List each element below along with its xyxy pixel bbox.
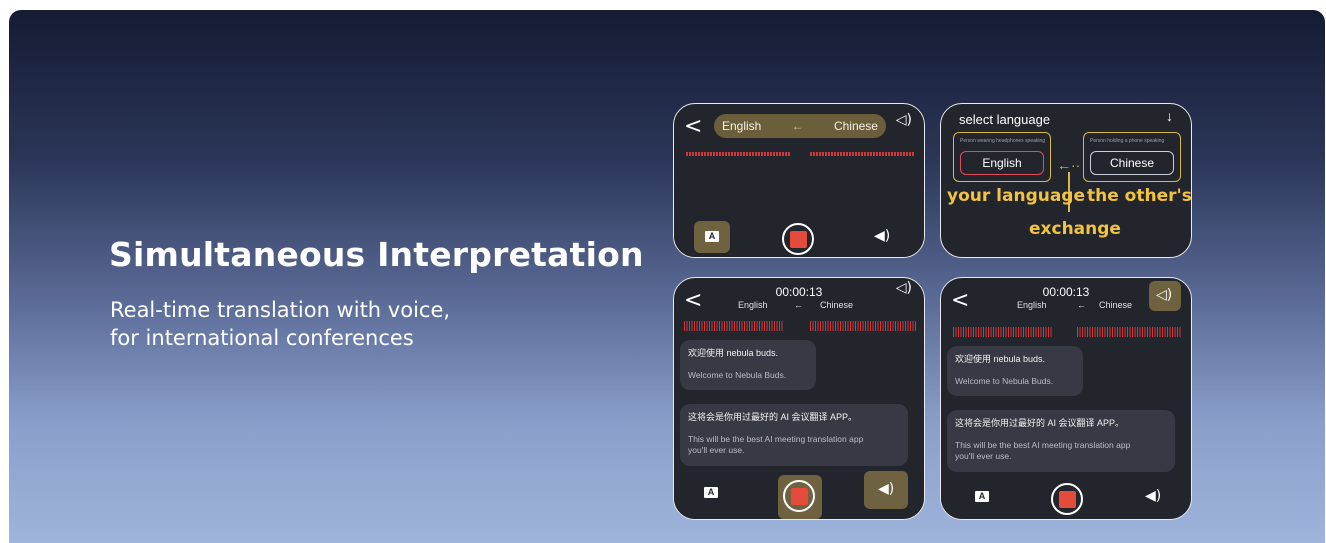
source-language: English <box>1017 300 1047 310</box>
stop-square-icon <box>1058 490 1076 508</box>
message-2-chinese: 这将会是你用过最好的 AI 会议翻译 APP。 <box>688 412 858 422</box>
stop-record-button[interactable] <box>1051 483 1083 515</box>
direction-arrow-icon: ← <box>794 300 803 310</box>
target-language: Chinese <box>833 119 878 133</box>
stop-square-icon <box>790 487 808 505</box>
your-language-card: Person wearing headphones speaking Engli… <box>953 132 1051 182</box>
bottom-toolbar: A ◀) <box>941 479 1191 519</box>
target-language: Chinese <box>1099 300 1133 310</box>
speaker-icon[interactable]: ◁) <box>896 280 912 296</box>
message-1-chinese: 欢迎使用 nebula buds. <box>688 348 779 358</box>
screen-listening: < English ← Chinese ◁) A ◀) <box>673 103 925 258</box>
volume-button-active[interactable]: ◀) <box>864 471 908 509</box>
back-chevron-icon[interactable]: < <box>684 114 702 139</box>
record-button-highlight[interactable] <box>778 475 822 519</box>
speaker-icon[interactable]: ◁) <box>896 112 912 128</box>
screen-conversation-a: < 00:00:13 ◁) English ← Chinese 欢迎使用 neb… <box>673 277 925 520</box>
bottom-toolbar: A ◀) <box>674 471 924 519</box>
select-language-title: select language <box>959 112 1051 127</box>
audio-waveform-left <box>953 327 1053 337</box>
phone-speaker-hint: Person holding a phone speaking <box>1090 138 1165 144</box>
exchange-arrow-icon[interactable]: ←·· <box>1057 157 1080 173</box>
screen-conversation-b: < 00:00:13 ◁) English ← Chinese 欢迎使用 neb… <box>940 277 1192 520</box>
volume-icon[interactable]: ◀) <box>1145 488 1161 504</box>
other-language-button[interactable]: Chinese <box>1090 151 1174 175</box>
target-language: Chinese <box>820 300 854 310</box>
audio-waveform-right <box>810 321 916 331</box>
caption-a-icon: A <box>705 231 719 242</box>
hero-subtitle: Real-time translation with voice, for in… <box>110 296 530 352</box>
audio-waveform-right <box>810 152 914 156</box>
audio-waveform-left <box>684 321 784 331</box>
bottom-toolbar: A ◀) <box>674 219 924 257</box>
other-language-card: Person holding a phone speaking Chinese <box>1083 132 1181 182</box>
volume-icon[interactable]: ◀) <box>874 228 890 244</box>
direction-arrow-icon: ← <box>791 119 804 133</box>
audio-waveform-right <box>1077 327 1181 337</box>
stop-record-button[interactable] <box>782 223 814 255</box>
message-2-english-line-2: you'll ever use. <box>955 451 1012 461</box>
message-2-chinese: 这将会是你用过最好的 AI 会议翻译 APP。 <box>955 418 1125 428</box>
speaker-button-active[interactable]: ◁) <box>1149 281 1181 311</box>
hero-subtitle-line-2: for international conferences <box>110 326 414 350</box>
language-pair-pill[interactable]: English ← Chinese <box>714 114 886 138</box>
direction-arrow-icon: ← <box>1077 300 1086 310</box>
caption-a-icon[interactable]: A <box>975 491 989 502</box>
your-language-button[interactable]: English <box>960 151 1044 175</box>
message-1-english: Welcome to Nebula Buds. <box>955 376 1054 386</box>
speaker-icon: ◁) <box>1156 287 1173 303</box>
stop-record-button[interactable] <box>783 480 815 512</box>
volume-icon: ◀) <box>878 481 895 497</box>
message-bubble-1: 欢迎使用 nebula buds. Welcome to Nebula Buds… <box>947 346 1083 396</box>
message-2-english-line-1: This will be the best AI meeting transla… <box>955 440 1131 450</box>
source-language: English <box>722 119 762 133</box>
message-1-english: Welcome to Nebula Buds. <box>688 370 787 380</box>
message-bubble-2: 这将会是你用过最好的 AI 会议翻译 APP。 This will be the… <box>680 404 908 466</box>
other-language-label: the other's <box>1087 186 1192 206</box>
message-1-chinese: 欢迎使用 nebula buds. <box>955 354 1046 364</box>
message-2-english-line-1: This will be the best AI meeting transla… <box>688 434 864 444</box>
hero-title: Simultaneous Interpretation <box>109 235 644 274</box>
session-timer: 00:00:13 <box>775 285 823 299</box>
down-arrow-icon[interactable]: ↓ <box>1166 108 1173 124</box>
message-2-english-line-2: you'll ever use. <box>688 445 745 455</box>
source-language: English <box>738 300 768 310</box>
caption-a-icon[interactable]: A <box>704 487 718 498</box>
screen-select-language: select language ↓ Person wearing headpho… <box>940 103 1192 258</box>
exchange-label: exchange <box>1029 219 1121 239</box>
stop-square-icon <box>789 230 807 248</box>
hero-subtitle-line-1: Real-time translation with voice, <box>110 298 451 322</box>
audio-waveform-left <box>686 152 790 156</box>
headphone-speaker-hint: Person wearing headphones speaking <box>960 138 1046 144</box>
caption-button[interactable]: A <box>694 221 730 253</box>
message-bubble-1: 欢迎使用 nebula buds. Welcome to Nebula Buds… <box>680 340 816 390</box>
feature-banner: Simultaneous Interpretation Real-time tr… <box>9 10 1325 543</box>
message-bubble-2: 这将会是你用过最好的 AI 会议翻译 APP。 This will be the… <box>947 410 1175 472</box>
your-language-label: your language <box>947 186 1086 206</box>
